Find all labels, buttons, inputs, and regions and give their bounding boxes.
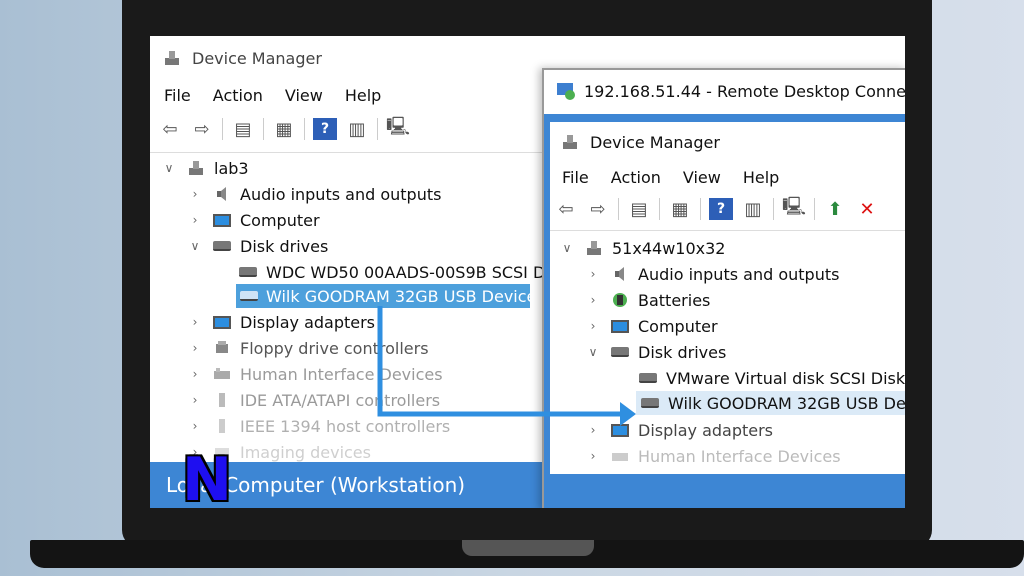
arrow-head	[620, 402, 636, 426]
arrow-line	[377, 306, 622, 417]
screen: Device Manager File Action View Help ⇦ ⇨…	[150, 36, 905, 508]
brand-logo: N	[181, 445, 233, 515]
transfer-arrow	[377, 306, 636, 426]
laptop-notch	[462, 540, 594, 556]
